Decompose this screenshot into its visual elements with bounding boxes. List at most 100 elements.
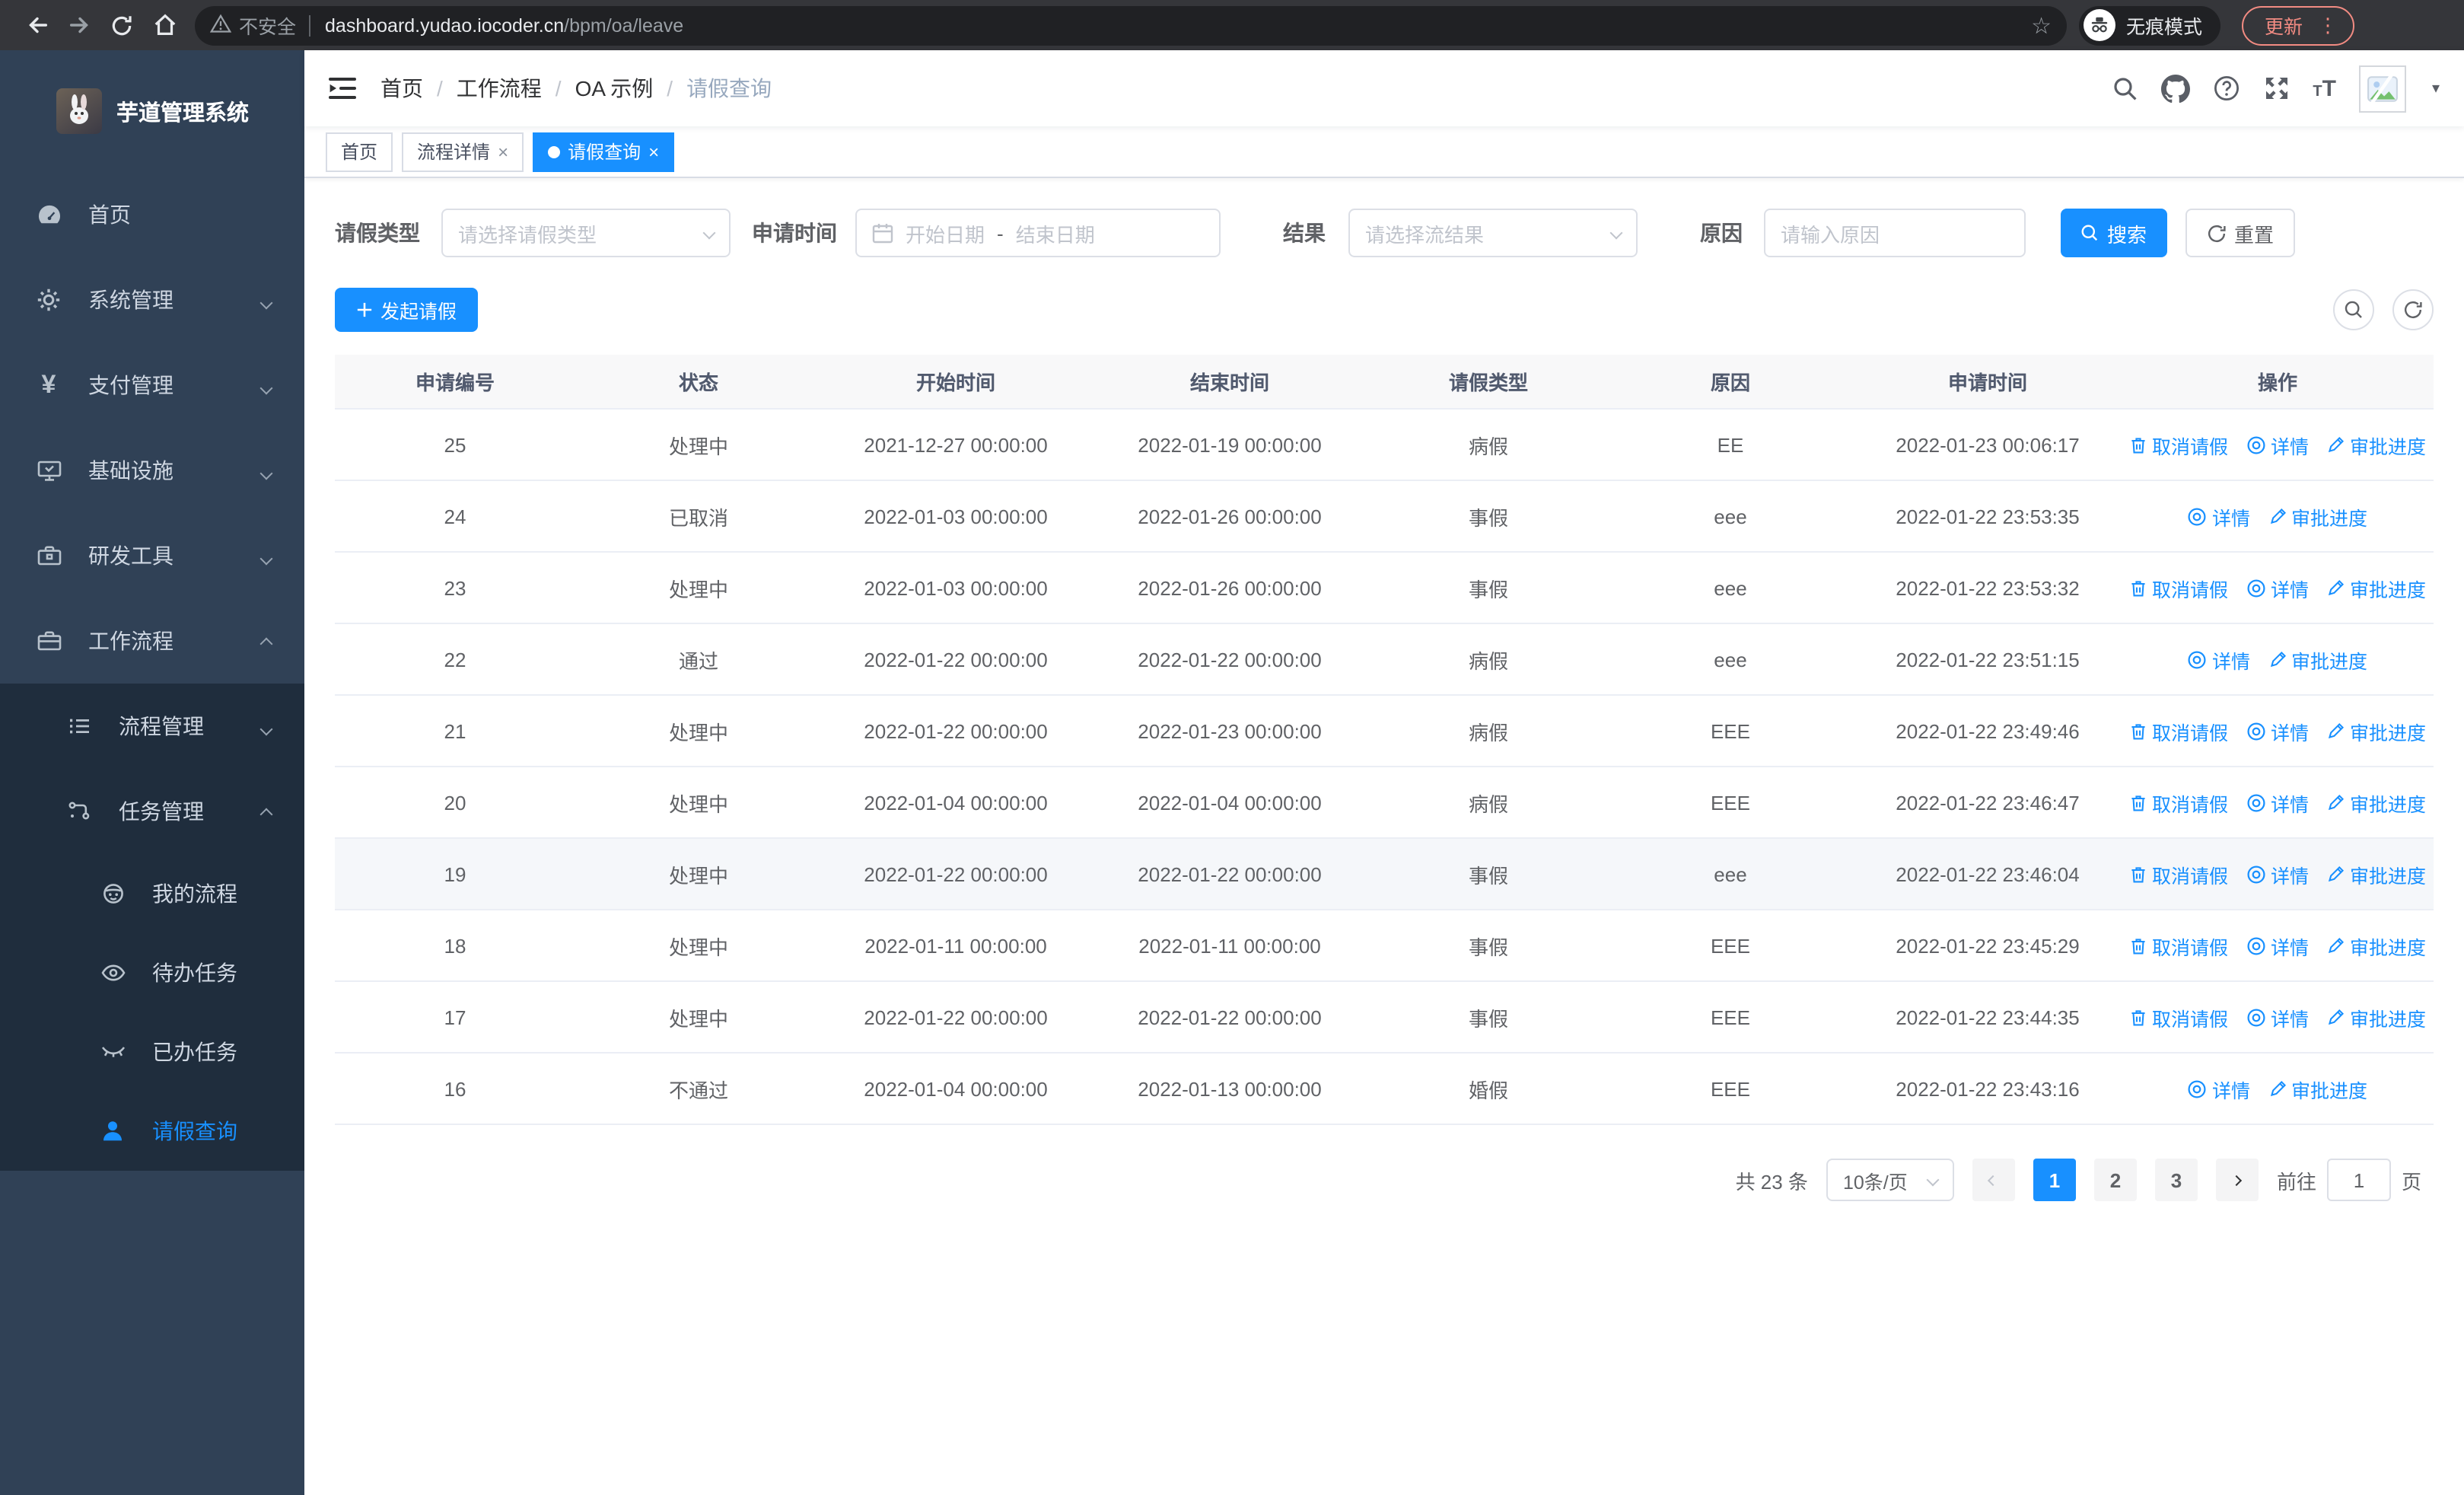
sidebar-item-todo-tasks[interactable]: 待办任务 <box>0 933 304 1012</box>
cell-leave-type: 事假 <box>1468 864 1508 887</box>
prev-page-button[interactable] <box>1972 1159 2015 1201</box>
create-leave-button[interactable]: 发起请假 <box>335 288 479 332</box>
gear-icon <box>30 288 67 312</box>
action-progress-link[interactable]: 审批进度 <box>2327 931 2426 960</box>
toggle-search-button[interactable] <box>2333 289 2374 330</box>
tab-leave-query[interactable]: 请假查询 × <box>533 132 675 171</box>
sidebar-item-task-management[interactable]: 任务管理 <box>0 769 304 854</box>
page-suffix-label: 页 <box>2401 1170 2421 1193</box>
reset-button[interactable]: 重置 <box>2185 209 2295 257</box>
sidebar-item-infrastructure[interactable]: 基础设施 <box>0 428 304 513</box>
action-detail-link[interactable]: 详情 <box>2188 645 2250 674</box>
breadcrumb-item[interactable]: 首页 <box>380 73 423 104</box>
action-cancel-link[interactable]: 取消请假 <box>2129 1003 2228 1031</box>
back-icon[interactable] <box>15 4 58 46</box>
action-progress-link[interactable]: 审批进度 <box>2268 502 2367 531</box>
sidebar-item-leave-query[interactable]: 请假查询 <box>0 1092 304 1171</box>
page-size-select[interactable]: 10条/页 <box>1826 1159 1954 1201</box>
cell-actions: 取消请假 详情 审批进度 <box>2122 931 2434 960</box>
action-progress-link[interactable]: 审批进度 <box>2268 1074 2367 1103</box>
action-cancel-link[interactable]: 取消请假 <box>2129 573 2228 602</box>
sidebar-item-devtools[interactable]: 研发工具 <box>0 513 304 598</box>
cell-status: 处理中 <box>668 721 728 744</box>
column-header: 请假类型 <box>1448 371 1528 394</box>
action-detail-link[interactable]: 详情 <box>2246 1003 2309 1031</box>
sidebar-collapse-icon[interactable] <box>329 76 356 100</box>
bookmark-star-icon[interactable]: ☆ <box>2031 11 2052 39</box>
action-detail-link[interactable]: 详情 <box>2188 1074 2250 1103</box>
cell-reason: eee <box>1714 648 1747 671</box>
dashboard-icon <box>30 202 67 228</box>
action-cancel-link[interactable]: 取消请假 <box>2129 859 2228 888</box>
action-progress-link[interactable]: 审批进度 <box>2327 430 2426 459</box>
security-label[interactable]: 不安全 <box>239 11 296 40</box>
view-detail-icon <box>2247 435 2265 454</box>
action-detail-link[interactable]: 详情 <box>2246 716 2309 745</box>
page-button-2[interactable]: 2 <box>2093 1159 2137 1201</box>
breadcrumb-item[interactable]: 工作流程 <box>457 73 542 104</box>
reason-input[interactable]: 请输入原因 <box>1764 209 2026 257</box>
page-button-3[interactable]: 3 <box>2154 1159 2198 1201</box>
breadcrumb-item[interactable]: OA 示例 <box>575 73 654 104</box>
github-icon[interactable] <box>2160 74 2190 103</box>
cell-start-time: 2022-01-22 00:00:00 <box>864 719 1048 742</box>
apply-time-range-picker[interactable]: 开始日期 - 结束日期 <box>855 209 1221 257</box>
close-icon[interactable]: × <box>648 141 659 162</box>
sidebar-item-process-management[interactable]: 流程管理 <box>0 684 304 769</box>
header-search-icon[interactable] <box>2110 75 2138 102</box>
sidebar-item-workflow[interactable]: 工作流程 <box>0 598 304 684</box>
action-progress-link[interactable]: 审批进度 <box>2327 716 2426 745</box>
action-detail-link[interactable]: 详情 <box>2246 788 2309 817</box>
refresh-table-button[interactable] <box>2392 289 2434 330</box>
tab-home[interactable]: 首页 <box>326 132 393 171</box>
action-detail-link[interactable]: 详情 <box>2246 430 2309 459</box>
result-select[interactable]: 请选择流结果 <box>1348 209 1638 257</box>
action-cancel-link[interactable]: 取消请假 <box>2129 430 2228 459</box>
goto-page-input[interactable] <box>2326 1159 2391 1201</box>
action-detail-link[interactable]: 详情 <box>2246 859 2309 888</box>
close-icon[interactable]: × <box>498 141 508 162</box>
action-progress-link[interactable]: 审批进度 <box>2327 573 2426 602</box>
page-button-1[interactable]: 1 <box>2033 1159 2076 1201</box>
sidebar-item-payment[interactable]: ¥ 支付管理 <box>0 343 304 428</box>
cell-leave-type: 病假 <box>1468 649 1508 672</box>
avatar-caret-icon[interactable]: ▾ <box>2432 80 2440 97</box>
cell-status: 处理中 <box>668 435 728 457</box>
column-header: 结束时间 <box>1189 371 1269 394</box>
action-detail-link[interactable]: 详情 <box>2188 502 2250 531</box>
update-label[interactable]: 更新 <box>2265 11 2303 40</box>
forward-icon[interactable] <box>58 4 100 46</box>
action-cancel-link[interactable]: 取消请假 <box>2129 788 2228 817</box>
sidebar-item-my-process[interactable]: 我的流程 <box>0 854 304 933</box>
action-detail-link[interactable]: 详情 <box>2246 931 2309 960</box>
action-progress-link[interactable]: 审批进度 <box>2268 645 2367 674</box>
chevron-down-icon <box>259 288 273 312</box>
sidebar-item-label: 我的流程 <box>152 881 237 906</box>
leave-type-select[interactable]: 请选择请假类型 <box>441 209 731 257</box>
app-logo[interactable]: 芋道管理系统 <box>0 50 304 172</box>
home-icon[interactable] <box>143 4 186 46</box>
browser-menu-icon[interactable]: ⋮ <box>2318 13 2338 37</box>
action-progress-link[interactable]: 审批进度 <box>2327 1003 2426 1031</box>
table-row: 22 通过 2022-01-22 00:00:00 2022-01-22 00:… <box>335 624 2434 696</box>
action-cancel-link[interactable]: 取消请假 <box>2129 716 2228 745</box>
search-button[interactable]: 搜索 <box>2061 209 2167 257</box>
tab-process-detail[interactable]: 流程详情 × <box>402 132 524 171</box>
update-button[interactable]: 更新 ⋮ <box>2242 5 2355 45</box>
action-detail-link[interactable]: 详情 <box>2246 573 2309 602</box>
reload-icon[interactable] <box>100 4 143 46</box>
sidebar-item-done-tasks[interactable]: 已办任务 <box>0 1012 304 1092</box>
next-page-button[interactable] <box>2215 1159 2259 1201</box>
sidebar-item-home[interactable]: 首页 <box>0 172 304 257</box>
avatar[interactable] <box>2358 65 2406 112</box>
fullscreen-icon[interactable] <box>2262 75 2290 102</box>
help-icon[interactable] <box>2212 75 2240 102</box>
url-bar[interactable]: 不安全 dashboard.yudao.iocoder.cn/bpm/oa/le… <box>195 5 2067 45</box>
action-progress-link[interactable]: 审批进度 <box>2327 859 2426 888</box>
action-cancel-link[interactable]: 取消请假 <box>2129 931 2228 960</box>
calendar-icon <box>872 222 893 244</box>
font-size-icon[interactable]: TT <box>2313 75 2336 101</box>
action-progress-link[interactable]: 审批进度 <box>2327 788 2426 817</box>
sidebar-item-system[interactable]: 系统管理 <box>0 257 304 343</box>
pen-icon <box>2269 508 2286 524</box>
